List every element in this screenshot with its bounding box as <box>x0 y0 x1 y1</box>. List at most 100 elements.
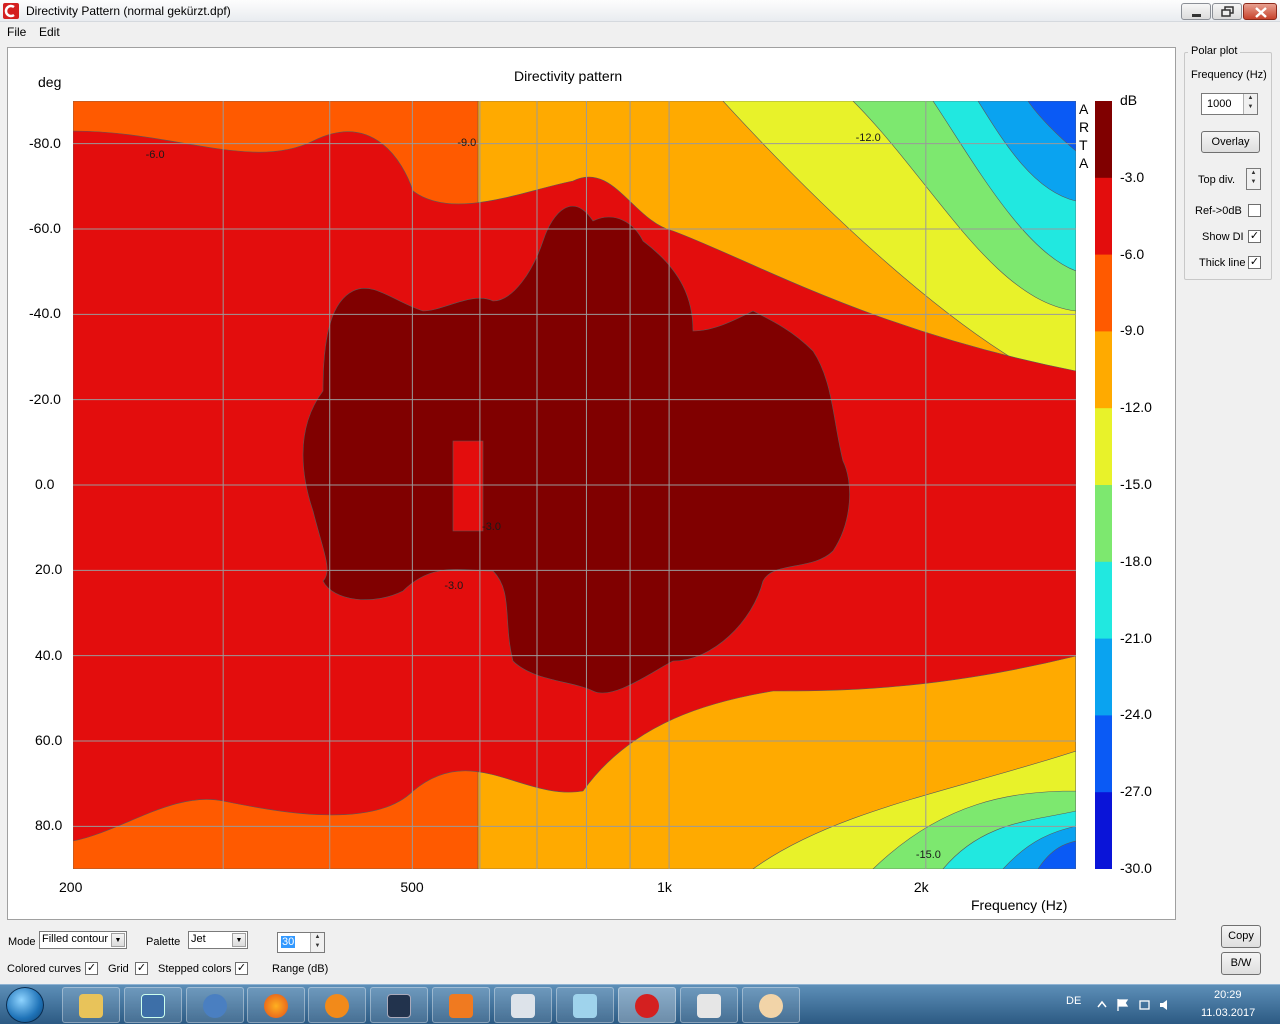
show-di-label: Show DI <box>1202 231 1244 243</box>
menu-edit[interactable]: Edit <box>39 25 60 39</box>
folder-icon <box>79 994 103 1018</box>
menu-file[interactable]: File <box>7 25 26 39</box>
colorbar-tick-label: -12.0 <box>1120 399 1152 416</box>
taskbar-media-player[interactable] <box>308 987 366 1023</box>
overlay-button[interactable]: Overlay <box>1201 131 1260 153</box>
range-label: Range (dB) <box>272 963 329 975</box>
windows-start-icon[interactable] <box>6 987 44 1023</box>
y-tick-label: -80.0 <box>29 134 61 151</box>
taskbar-pdf[interactable] <box>432 987 490 1023</box>
top-div-arrows-icon[interactable]: ▲ ▼ <box>1247 169 1260 189</box>
colorbar-tick-label: -27.0 <box>1120 783 1152 800</box>
colored-curves-checkbox[interactable]: ✓ <box>85 962 98 975</box>
watermark-letter: A <box>1079 155 1089 171</box>
colorbar-unit: dB <box>1120 92 1138 108</box>
grid-label: Grid <box>108 963 129 975</box>
range-spinner[interactable]: 30 ▲ ▼ <box>277 932 325 953</box>
colorbar-band <box>1095 408 1112 486</box>
title-bar: Directivity Pattern (normal gekürzt.dpf) <box>0 0 1280 22</box>
colorbar-tick-label: -21.0 <box>1120 629 1152 646</box>
copy-button[interactable]: Copy <box>1221 925 1261 948</box>
minimize-icon <box>1192 14 1201 17</box>
watermark-letter: A <box>1079 101 1089 117</box>
media-player-icon <box>325 994 349 1018</box>
y-tick-label: -40.0 <box>29 305 61 322</box>
arta-icon <box>635 994 659 1018</box>
taskbar-winisd[interactable] <box>370 987 428 1023</box>
menu-bar: File Edit <box>0 22 1280 42</box>
taskbar-app-9[interactable] <box>556 987 614 1023</box>
x-tick-label: 200 <box>59 879 83 895</box>
frequency-spinner[interactable]: 1000 ▲ ▼ <box>1201 93 1258 115</box>
notepad-icon <box>573 994 597 1018</box>
show-di-checkbox[interactable]: ✓ <box>1248 230 1261 243</box>
colorbar-band <box>1095 331 1112 409</box>
palette-select[interactable]: Jet ▼ <box>188 931 248 949</box>
bw-button[interactable]: B/W <box>1221 952 1261 975</box>
colorbar-tick-label: -24.0 <box>1120 706 1152 723</box>
taskbar-explorer[interactable] <box>62 987 120 1023</box>
chevron-down-icon[interactable]: ▼ <box>111 933 125 947</box>
paint-icon <box>759 994 783 1018</box>
range-arrows-icon[interactable]: ▲ ▼ <box>310 933 324 952</box>
thunderbird-icon <box>203 994 227 1018</box>
close-icon <box>1255 7 1267 18</box>
contour-label: -9.0 <box>457 136 477 149</box>
thick-line-label: Thick line <box>1199 257 1246 269</box>
arta-app-icon <box>3 3 19 19</box>
watermark-letter: R <box>1079 119 1090 135</box>
network-icon[interactable] <box>1139 1000 1150 1010</box>
flag-icon[interactable] <box>1117 999 1129 1011</box>
y-tick-label: -60.0 <box>29 220 61 236</box>
taskbar-paint[interactable] <box>742 987 800 1023</box>
aj-app-icon <box>511 994 535 1018</box>
polar-plot-group <box>1184 52 1272 280</box>
contour-label: -6.0 <box>145 149 165 162</box>
stepped-colors-checkbox[interactable]: ✓ <box>235 962 248 975</box>
minimize-button[interactable] <box>1181 3 1211 20</box>
taskbar-aj[interactable] <box>494 987 552 1023</box>
clock-date[interactable]: 11.03.2017 <box>1201 1007 1255 1019</box>
palette-label: Palette <box>146 936 181 948</box>
grid-checkbox[interactable]: ✓ <box>135 962 148 975</box>
chevron-up-icon[interactable] <box>1097 1000 1107 1008</box>
thick-line-checkbox[interactable]: ✓ <box>1248 256 1261 269</box>
colorbar-tick-label: -18.0 <box>1120 552 1152 569</box>
x-axis-label: Frequency (Hz) <box>971 897 1068 913</box>
watermark-letter: T <box>1079 137 1088 153</box>
network-app-icon <box>141 994 165 1018</box>
colorbar-band <box>1095 715 1112 793</box>
plot-title: Directivity pattern <box>514 68 623 84</box>
colorbar-tick-label: -3.0 <box>1120 168 1145 185</box>
mode-select[interactable]: Filled contour ▼ <box>39 931 127 949</box>
restore-icon <box>1221 6 1234 17</box>
y-tick-label: -20.0 <box>29 390 61 407</box>
x-tick-label: 1k <box>657 879 672 895</box>
taskbar-thunderbird[interactable] <box>186 987 244 1023</box>
colorbar <box>1095 101 1112 869</box>
ref-0db-label: Ref->0dB <box>1195 205 1242 217</box>
taskbar-app-2[interactable] <box>124 987 182 1023</box>
taskbar-arta[interactable] <box>618 987 676 1023</box>
top-div-spinner[interactable]: ▲ ▼ <box>1246 168 1261 190</box>
contour-label: -12.0 <box>855 132 881 145</box>
ref-0db-checkbox[interactable] <box>1248 204 1261 217</box>
spinner-arrows-icon[interactable]: ▲ ▼ <box>1243 94 1257 114</box>
stepped-colors-label: Stepped colors <box>158 963 232 975</box>
palette-value: Jet <box>191 933 206 945</box>
close-button[interactable] <box>1243 3 1277 20</box>
frequency-label: Frequency (Hz) <box>1191 69 1267 81</box>
taskbar-character-map[interactable] <box>680 987 738 1023</box>
clock-time[interactable]: 20:29 <box>1214 989 1242 1001</box>
x-tick-label: 2k <box>913 879 929 895</box>
restore-button[interactable] <box>1212 3 1242 20</box>
colorbar-band <box>1095 177 1112 256</box>
chevron-down-icon[interactable]: ▼ <box>232 933 246 947</box>
taskbar-firefox[interactable] <box>247 987 305 1023</box>
language-indicator[interactable]: DE <box>1066 995 1081 1007</box>
frequency-value: 1000 <box>1207 98 1232 110</box>
range-value[interactable]: 30 <box>281 936 296 948</box>
plot-panel: Directivity pattern deg Frequency (Hz) d… <box>7 47 1176 920</box>
volume-icon[interactable] <box>1160 1000 1167 1010</box>
colorbar-band <box>1095 485 1112 563</box>
